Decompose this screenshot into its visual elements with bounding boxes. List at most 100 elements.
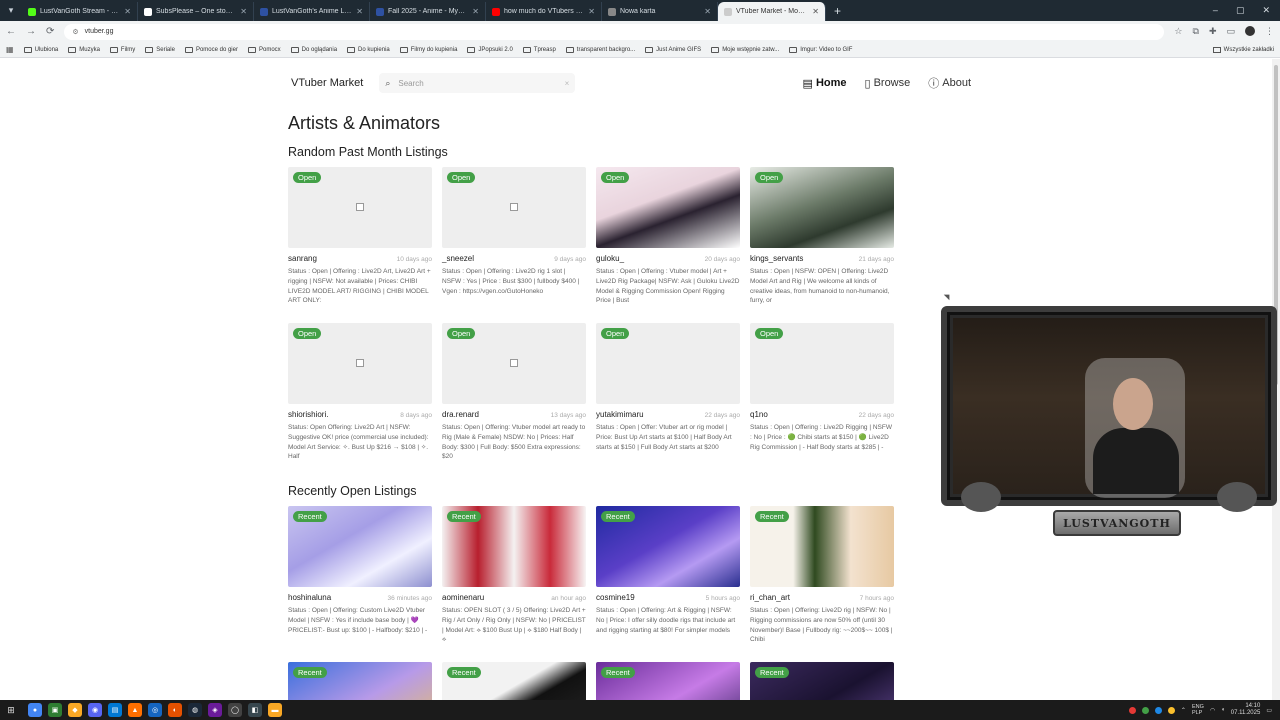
artist-name[interactable]: cosmine19 (596, 593, 635, 602)
close-tab-icon[interactable]: ✕ (356, 7, 363, 16)
listing-thumbnail[interactable]: Open (596, 323, 740, 404)
language-indicator[interactable]: ENG PLP (1192, 704, 1204, 716)
chrome-icon[interactable]: ● (28, 703, 42, 717)
bookmark-item[interactable]: Filmy (109, 46, 135, 53)
artist-name[interactable]: kings_servants (750, 254, 803, 263)
chevron-up-icon[interactable]: ⌃ (1181, 707, 1186, 714)
artist-name[interactable]: ri_chan_art (750, 593, 790, 602)
browser-tab[interactable]: Nowa karta ✕ (602, 2, 718, 21)
url-field[interactable]: ⚙ vtuber.gg (64, 23, 1165, 40)
back-icon[interactable]: ← (6, 26, 16, 37)
bookmark-item[interactable]: Pomocx (247, 46, 281, 53)
tray-icon[interactable] (1167, 706, 1175, 714)
site-brand[interactable]: VTuber Market (291, 77, 363, 89)
app-icon[interactable]: ◎ (148, 703, 162, 717)
artist-name[interactable]: aominenaru (442, 593, 484, 602)
app-icon[interactable]: ◆ (68, 703, 82, 717)
listing-thumbnail[interactable]: Recent (596, 506, 740, 587)
bookmark-item[interactable]: Do oglądania (290, 46, 337, 53)
listing-card[interactable]: Recent hoshinaluna 36 minutes ago Status : … (288, 506, 432, 646)
sidebar-icon[interactable]: ▭ (1226, 26, 1235, 37)
artist-name[interactable]: q1no (750, 410, 768, 419)
tray-icon[interactable] (1128, 706, 1136, 714)
tray-icon[interactable] (1141, 706, 1149, 714)
listing-card[interactable]: Open sanrang 10 days ago Status : Open | Of… (288, 167, 432, 307)
browser-tab[interactable]: how much do VTubers make? ✕ (486, 2, 602, 21)
bookmark-item[interactable]: Tpreasp (522, 46, 556, 53)
artist-name[interactable]: hoshinaluna (288, 593, 331, 602)
listing-card[interactable]: Open yutakimimaru 22 days ago Status : Open… (596, 323, 740, 463)
app-icon[interactable]: ◧ (248, 703, 262, 717)
bookmark-item[interactable]: Just Anime GIFS (645, 46, 701, 53)
close-tab-icon[interactable]: ✕ (240, 7, 247, 16)
browser-tab[interactable]: SubsPlease – One stop shop fo... ✕ (138, 2, 254, 21)
tray-icon[interactable] (1154, 706, 1162, 714)
artist-name[interactable]: shiorishiori. (288, 410, 328, 419)
artist-name[interactable]: guloku_ (596, 254, 624, 263)
browser-tab[interactable]: VTuber Market - Models & Au... ✕ (718, 2, 826, 21)
bookmark-item[interactable]: transparent backgro... (565, 46, 635, 53)
vlc-icon[interactable]: ▲ (128, 703, 142, 717)
wifi-icon[interactable]: ◠ (1210, 707, 1215, 714)
volume-icon[interactable]: ◖ (1221, 707, 1225, 713)
listing-thumbnail[interactable]: Recent (288, 506, 432, 587)
listing-thumbnail[interactable]: Recent (750, 506, 894, 587)
file-explorer-icon[interactable]: ▬ (268, 703, 282, 717)
listing-thumbnail[interactable]: Open (750, 323, 894, 404)
store-icon[interactable]: ▤ (108, 703, 122, 717)
minimize-icon[interactable]: – (1213, 5, 1218, 16)
bookmark-item[interactable]: Ulubiona (23, 46, 58, 53)
app-icon[interactable]: ◈ (208, 703, 222, 717)
listing-thumbnail[interactable]: Open (442, 167, 586, 248)
artist-name[interactable]: dra.renard (442, 410, 479, 419)
bookmark-item[interactable]: Do kupienia (347, 46, 390, 53)
close-tab-icon[interactable]: ✕ (588, 7, 595, 16)
profile-avatar[interactable] (1245, 26, 1255, 36)
maximize-icon[interactable]: ▢ (1236, 5, 1245, 16)
nav-home[interactable]: ▤ Home (803, 75, 847, 91)
close-tab-icon[interactable]: ✕ (812, 7, 819, 16)
listing-card[interactable]: Open dra.renard 13 days ago Status: Open | … (442, 323, 586, 463)
artist-name[interactable]: _sneezel (442, 254, 474, 263)
bookmark-item[interactable]: Seriale (145, 46, 175, 53)
steam-icon[interactable]: ◍ (188, 703, 202, 717)
clock[interactable]: 14:10 07.11.2025 (1231, 703, 1261, 716)
close-tab-icon[interactable]: ✕ (124, 7, 131, 16)
listing-thumbnail[interactable]: Open (288, 323, 432, 404)
site-info-icon[interactable]: ⚙ (72, 28, 78, 36)
listing-thumbnail[interactable]: Recent (442, 506, 586, 587)
close-tab-icon[interactable]: ✕ (472, 7, 479, 16)
bookmark-item[interactable]: Muzyka (68, 46, 100, 53)
nav-browse[interactable]: ▯ Browse (865, 75, 911, 91)
listing-card[interactable]: Recent aominenaru an hour ago Status: OPEN … (442, 506, 586, 646)
listing-card[interactable]: Open _sneezel 9 days ago Status : Open | Of… (442, 167, 586, 307)
all-bookmarks[interactable]: Wszystkie zakładki (1212, 46, 1280, 53)
bookmark-item[interactable]: Pomoce do gier (184, 46, 238, 53)
listing-card[interactable]: Recent cosmine19 5 hours ago Status : Open … (596, 506, 740, 646)
listing-card[interactable]: Open shiorishiori. 8 days ago Status: Open … (288, 323, 432, 463)
app-icon[interactable]: ▣ (48, 703, 62, 717)
search-input[interactable]: ⌕ Search × (379, 73, 576, 93)
bookmark-item[interactable]: Filmy do kupienia (399, 46, 457, 53)
listing-thumbnail[interactable]: Open (442, 323, 586, 404)
clear-search-icon[interactable]: × (565, 79, 570, 88)
extensions-puzzle-icon[interactable]: ✚ (1209, 26, 1217, 37)
browser-tab[interactable]: LustVanGoth's Anime List - My... ✕ (254, 2, 370, 21)
listing-card[interactable]: Open kings_servants 21 days ago Status : Op… (750, 167, 894, 307)
close-window-icon[interactable]: ✕ (1262, 5, 1270, 16)
firefox-icon[interactable]: ◐ (168, 703, 182, 717)
listing-card[interactable]: Open guloku_ 20 days ago Status : Open | Of… (596, 167, 740, 307)
browser-tab[interactable]: Fall 2025 - Anime - MyAnimeLi... ✕ (370, 2, 486, 21)
nav-about[interactable]: ⓘ About (928, 75, 971, 91)
listing-thumbnail[interactable]: Open (288, 167, 432, 248)
artist-name[interactable]: yutakimimaru (596, 410, 644, 419)
listing-card[interactable]: Open q1no 22 days ago Status : Open | Offer… (750, 323, 894, 463)
bookmark-item[interactable]: Moje wstępnie zatw... (711, 46, 779, 53)
start-menu-icon[interactable]: ⊞ (0, 700, 22, 720)
discord-icon[interactable]: ◉ (88, 703, 102, 717)
tab-search-icon[interactable]: ▾ (0, 0, 22, 21)
notification-icon[interactable]: ▭ (1266, 707, 1272, 714)
bookmark-item[interactable]: Imgur: Video to GIF (789, 46, 852, 53)
browser-tab[interactable]: LustVanGoth Stream - Watch L...✕ (22, 2, 138, 21)
menu-kebab-icon[interactable]: ⋮ (1265, 26, 1274, 37)
